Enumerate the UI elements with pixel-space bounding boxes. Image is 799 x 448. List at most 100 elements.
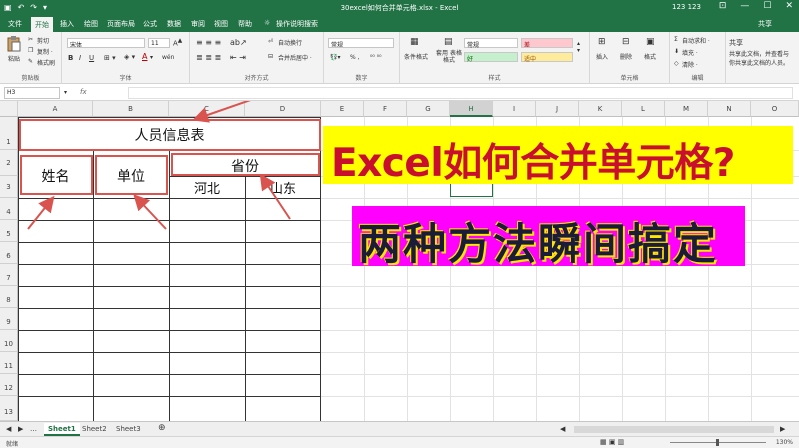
format-cells-icon[interactable]: ▣ [646,37,655,47]
percent-button[interactable]: % , [350,54,360,61]
wrap-text-button[interactable]: 自动换行 [278,38,302,47]
clear-icon[interactable]: ◇ [674,60,679,67]
font-size-select[interactable]: 11 [148,38,170,48]
font-group: 宋体 11 A▲ B I U ⊞ ▾ ◈ ▾ A ▾ wén 字体 [62,32,190,84]
tab-insert[interactable]: 插入 [60,19,74,29]
fill-button[interactable]: 填充 · [682,48,698,57]
delete-cells-button[interactable]: 删除 [620,52,632,61]
conditional-format-button[interactable]: 条件格式 [404,52,428,61]
align-left-icon[interactable]: ≣ ≣ ≣ [196,53,221,62]
font-name-select[interactable]: 宋体 [67,38,145,48]
tab-page-layout[interactable]: 页面布局 [107,19,135,29]
italic-button[interactable]: I [79,54,81,62]
name-box-dropdown-icon[interactable]: ▾ [64,89,67,96]
sheet-tab-1[interactable]: Sheet1 [44,423,80,436]
insert-cells-icon[interactable]: ⊞ [598,37,606,47]
tab-data[interactable]: 数据 [167,19,181,29]
insert-cells-button[interactable]: 插入 [596,52,608,61]
close-button[interactable]: ✕ [785,1,793,11]
currency-icon[interactable]: 💱▾ [330,54,340,61]
more-sheets-icon[interactable]: … [30,425,37,433]
font-color-icon[interactable]: A [142,52,147,61]
cut-button[interactable]: 剪切 [37,36,49,45]
table-format-icon[interactable]: ▤ [444,37,453,47]
view-icons[interactable]: ▦ ▣ ▥ [600,438,624,446]
fill-icon[interactable]: ⬇ [674,48,679,55]
copy-icon[interactable]: ❐ [28,47,33,54]
format-painter-button[interactable]: 格式刷 [37,58,55,67]
alignment-label: 对齐方式 [244,75,269,82]
tell-me-search[interactable]: 操作说明搜索 [276,19,318,29]
zoom-level[interactable]: 130% [776,439,793,446]
sheet-tab-3[interactable]: Sheet3 [112,423,145,436]
delete-cells-icon[interactable]: ⊟ [622,37,630,47]
maximize-button[interactable]: ☐ [763,1,771,11]
zoom-slider-knob[interactable] [716,439,719,446]
paste-icon[interactable] [7,36,21,52]
tab-review[interactable]: 审阅 [191,19,205,29]
horizontal-scrollbar[interactable] [574,426,774,433]
scroll-left-icon[interactable]: ◀ [6,425,11,433]
style-bad[interactable]: 差 [521,38,573,49]
orientation-icon[interactable]: ab↗ [230,38,247,47]
editing-label: 编辑 [691,75,704,82]
insert-function-icon[interactable]: fx [80,88,87,96]
paste-button[interactable]: 粘贴 [8,54,20,63]
arrow-to-unit [133,194,167,230]
ribbon-display-icon[interactable]: ⊡ [719,1,727,11]
styles-group: ▦ 条件格式 ▤ 套用 表格格式 常规 差 好 适中 ▴ ▾ 样式 [400,32,590,84]
name-box[interactable]: H3 [4,87,60,99]
formula-input[interactable] [128,87,793,99]
format-painter-icon[interactable]: ✎ [28,58,33,65]
wrap-text-icon[interactable]: ⏎ [268,38,273,45]
clipboard-group: 粘贴 ✂ 剪切 ❐ 复制 · ✎ 格式刷 剪贴板 [0,32,62,84]
scroll-right-icon[interactable]: ▶ [18,425,23,433]
number-format-select[interactable]: 常规 [328,38,394,48]
style-neutral[interactable]: 适中 [521,52,573,63]
share-group-title[interactable]: 共享 [729,38,743,48]
number-group: 常规 💱▾ % , ⁰⁰ ⁰⁰ 数字 [324,32,400,84]
decimal-icon[interactable]: ⁰⁰ ⁰⁰ [370,54,382,61]
style-good[interactable]: 好 [464,52,518,63]
format-cells-button[interactable]: 格式 [644,52,656,61]
user-name[interactable]: 123 123 [672,3,701,11]
underline-button[interactable]: U [89,54,94,62]
annotation-arrows [27,101,291,230]
merge-center-button[interactable]: 合并后居中 · [278,53,312,62]
autosum-icon[interactable]: Σ [674,36,678,43]
increase-font-icon[interactable]: A▲ [173,38,182,47]
minimize-button[interactable]: — [740,1,749,11]
tab-file[interactable]: 文件 [8,19,22,29]
align-top-icon[interactable]: ≡ ≡ ≡ [196,38,221,47]
table-format-button[interactable]: 套用 表格格式 [434,50,464,64]
font-color-dropdown-icon[interactable]: ▾ [150,54,153,61]
worksheet[interactable]: A B C D E F G H I J K L M N O 1 2 3 4 5 … [0,101,799,421]
style-normal[interactable]: 常规 [464,38,518,49]
hscroll-left-icon[interactable]: ◀ [560,425,565,433]
tab-home[interactable]: 开始 [31,17,53,32]
fill-color-icon[interactable]: ◈ ▾ [124,53,135,61]
hscroll-right-icon[interactable]: ▶ [780,425,785,433]
font-label: 字体 [119,75,132,82]
autosum-button[interactable]: 自动求和 · [682,36,710,45]
tab-draw[interactable]: 绘图 [84,19,98,29]
share-group-line2: 你共享此文档的人员。 [729,60,790,67]
lightbulb-icon: ☼ [264,19,271,27]
clear-button[interactable]: 清除 · [682,60,698,69]
copy-button[interactable]: 复制 · [37,47,53,56]
bold-button[interactable]: B [68,54,73,62]
cut-icon[interactable]: ✂ [28,36,33,43]
tab-help[interactable]: 帮助 [238,19,252,29]
add-sheet-button[interactable]: ⊕ [154,423,170,436]
merge-icon[interactable]: ⊟ [268,53,273,60]
indent-icon[interactable]: ⇤ ⇥ [230,53,246,62]
tab-view[interactable]: 视图 [214,19,228,29]
borders-icon[interactable]: ⊞ ▾ [104,54,116,62]
tab-formulas[interactable]: 公式 [143,19,157,29]
conditional-format-icon[interactable]: ▦ [410,37,419,47]
clipboard-label: 剪贴板 [21,75,40,82]
share-button[interactable]: 共享 [758,19,772,29]
styles-scroll-icon[interactable]: ▴ ▾ [577,40,580,54]
sheet-tab-2[interactable]: Sheet2 [78,423,111,436]
phonetic-button[interactable]: wén [162,54,174,61]
